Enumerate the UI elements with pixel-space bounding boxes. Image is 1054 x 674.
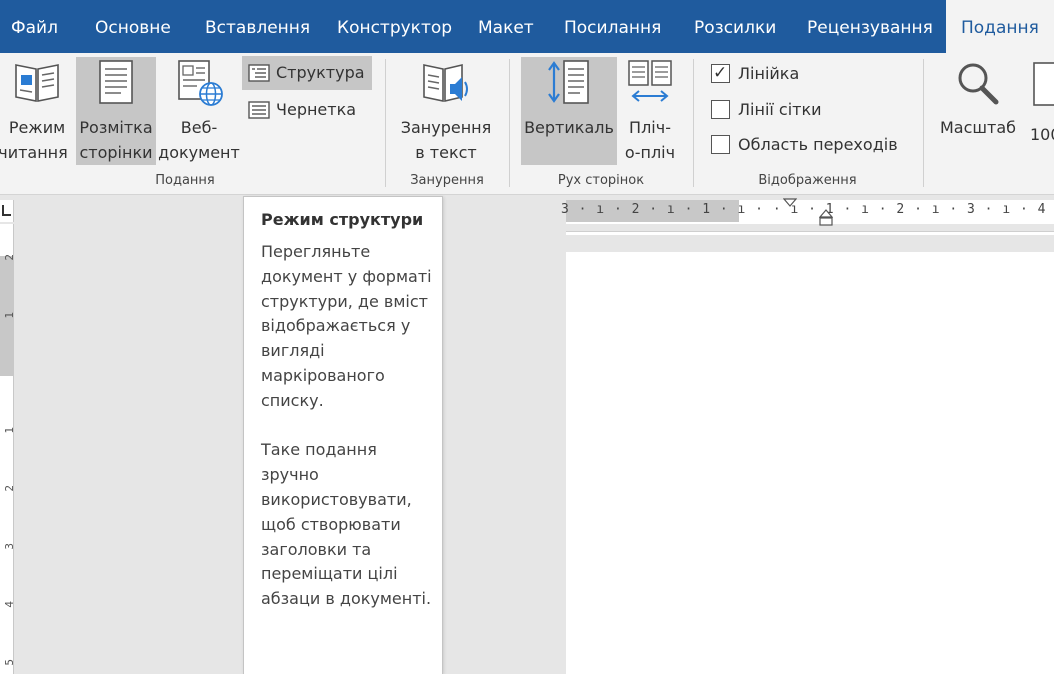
side-to-side-label-2: о-пліч xyxy=(624,143,676,162)
tooltip-paragraph-2: Таке подання зручно використовувати, щоб… xyxy=(261,440,432,609)
zoom-100-button[interactable]: 100 xyxy=(1030,59,1054,169)
group-separator xyxy=(923,59,924,187)
vertical-ruler-tick: 3 xyxy=(3,543,16,550)
group-separator xyxy=(693,59,694,187)
zoom-button[interactable]: Масштаб xyxy=(935,59,1021,169)
tooltip-paragraph-1: Перегляньте документ у форматі структури… xyxy=(261,242,432,410)
side-to-side-icon xyxy=(628,60,672,102)
horizontal-ruler: 3 · ı · 2 · ı · 1 · ı · · ı · 1 · ı · 2 … xyxy=(561,198,1054,226)
web-layout-icon xyxy=(178,60,223,106)
web-layout-button[interactable]: Веб- документ xyxy=(158,57,240,169)
zoom-label: Масштаб xyxy=(939,118,1017,137)
outline-label: Структура xyxy=(276,63,365,82)
navigation-pane-checkbox-label: Область переходів xyxy=(738,135,898,154)
group-separator xyxy=(385,59,386,187)
gridlines-checkbox-label: Лінії сітки xyxy=(738,100,822,119)
views-group-label: Подання xyxy=(155,173,215,188)
outline-tooltip: Режим структури Перегляньте документ у ф… xyxy=(243,196,443,674)
ruler-edge xyxy=(566,231,1054,235)
horizontal-ruler-ticks: 3 · ı · 2 · ı · 1 · ı · · ı · 1 · ı · 2 … xyxy=(561,202,1054,217)
web-layout-label-2: документ xyxy=(158,143,240,162)
tab-mailings[interactable]: Розсилки xyxy=(694,0,776,53)
tab-review[interactable]: Рецензування xyxy=(807,0,933,53)
gridlines-checkbox[interactable]: Лінії сітки xyxy=(711,99,822,121)
draft-icon xyxy=(248,101,270,119)
tab-layout[interactable]: Макет xyxy=(478,0,534,53)
hanging-indent-marker[interactable] xyxy=(819,208,833,226)
ruler-checkbox-box[interactable] xyxy=(711,62,730,84)
vertical-ruler-tick: 4 xyxy=(3,601,16,608)
gridlines-checkbox-box[interactable] xyxy=(711,100,730,119)
draft-button[interactable]: Чернетка xyxy=(242,93,372,127)
vertical-button[interactable]: Вертикаль xyxy=(521,57,617,165)
print-layout-icon xyxy=(99,60,133,104)
print-layout-label-1: Розмітка xyxy=(79,118,153,137)
first-line-indent-marker[interactable] xyxy=(783,198,797,208)
magnifier-icon xyxy=(958,63,999,105)
tab-file[interactable]: Файл xyxy=(11,0,58,53)
vertical-ruler-tick: 1 xyxy=(3,312,16,319)
draft-label: Чернетка xyxy=(276,100,357,119)
immersive-group-label: Занурення xyxy=(410,173,484,188)
word-window: Файл Основне Вставлення Конструктор Маке… xyxy=(0,0,1054,674)
vertical-ruler-tick: 5 xyxy=(3,659,16,666)
ruler-checkbox-label: Лінійка xyxy=(738,64,800,83)
tab-references[interactable]: Посилання xyxy=(564,0,661,53)
ruler-checkbox[interactable]: Лінійка xyxy=(711,62,800,85)
outline-icon xyxy=(248,64,270,82)
web-layout-label-1: Веб- xyxy=(180,118,218,137)
immersive-reader-button[interactable]: Занурення в текст xyxy=(392,57,500,169)
immersive-reader-label-1: Занурення xyxy=(400,118,492,137)
group-separator xyxy=(509,59,510,187)
document-page[interactable] xyxy=(566,252,1054,674)
vertical-ruler-tick: 2 xyxy=(3,254,16,261)
ribbon-view: Режим читання Розмітка сторінки Веб- док… xyxy=(0,53,1054,195)
tab-selector-button[interactable] xyxy=(0,200,14,222)
print-layout-label-2: сторінки xyxy=(79,143,153,162)
print-layout-button[interactable]: Розмітка сторінки xyxy=(76,57,156,165)
page-100-icon xyxy=(1033,62,1054,106)
navigation-pane-checkbox-box[interactable] xyxy=(711,135,730,154)
immersive-reader-icon xyxy=(423,63,468,103)
tooltip-title: Режим структури xyxy=(261,210,424,229)
read-mode-icon xyxy=(15,64,59,102)
tooltip-body: Перегляньте документ у форматі структури… xyxy=(261,240,436,612)
tab-view[interactable]: Подання xyxy=(946,0,1054,53)
outline-button[interactable]: Структура xyxy=(242,56,372,90)
tab-insert[interactable]: Вставлення xyxy=(205,0,310,53)
read-mode-label-1: Режим xyxy=(8,118,66,137)
vertical-ruler-tick: 1 xyxy=(3,427,16,434)
vertical-label: Вертикаль xyxy=(524,118,614,137)
navigation-pane-checkbox[interactable]: Область переходів xyxy=(711,134,898,156)
side-to-side-button[interactable]: Пліч- о-пліч xyxy=(620,57,680,169)
show-group-label: Відображення xyxy=(758,173,857,188)
immersive-reader-label-2: в текст xyxy=(415,143,477,162)
ribbon-tab-bar: Файл Основне Вставлення Конструктор Маке… xyxy=(0,0,1054,53)
zoom-100-label: 100 xyxy=(1030,125,1054,144)
tab-home[interactable]: Основне xyxy=(95,0,171,53)
vertical-ruler: 2 1 1 2 3 4 5 xyxy=(0,224,16,674)
read-mode-label-2: читання xyxy=(0,143,68,162)
side-to-side-label-1: Пліч- xyxy=(629,118,671,137)
read-mode-button[interactable]: Режим читання xyxy=(0,57,74,169)
vertical-scroll-icon xyxy=(548,60,589,104)
vertical-ruler-tick: 2 xyxy=(3,485,16,492)
page-movement-group-label: Рух сторінок xyxy=(557,173,645,188)
tab-design[interactable]: Конструктор xyxy=(337,0,452,53)
